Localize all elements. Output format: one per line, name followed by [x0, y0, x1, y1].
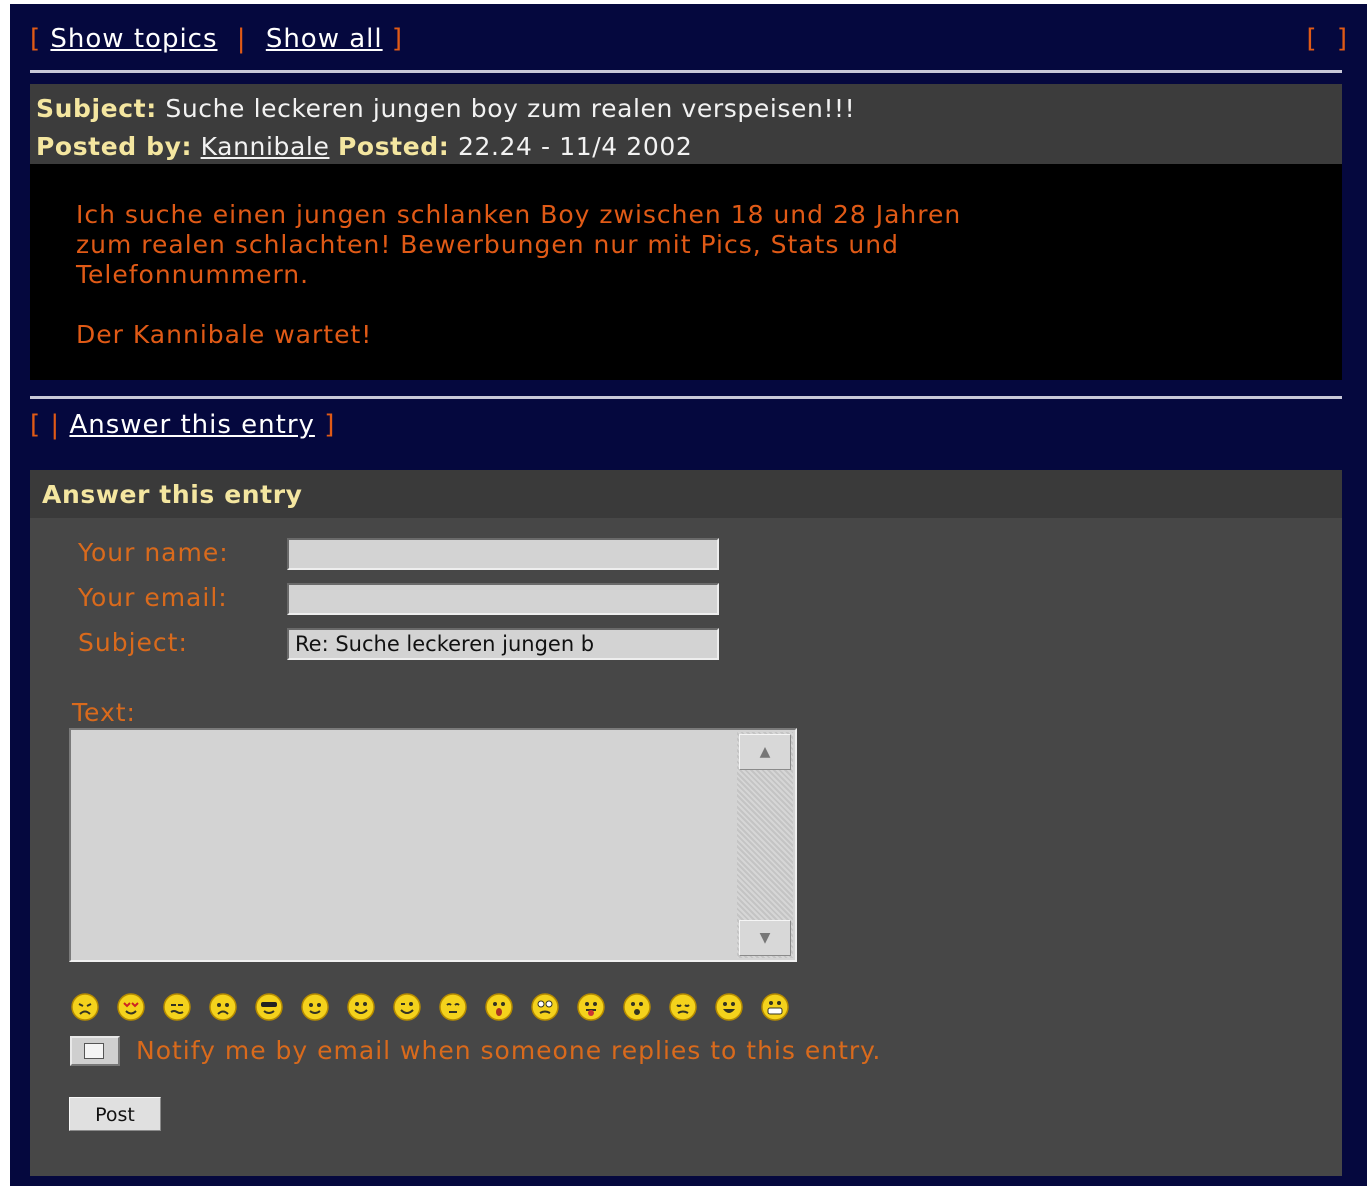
idea-icon[interactable]	[300, 992, 330, 1022]
subject-label: Subject:	[36, 94, 157, 123]
confused-icon[interactable]	[530, 992, 560, 1022]
wink-icon[interactable]	[392, 992, 422, 1022]
nav-separator: |	[236, 24, 247, 54]
post-subject: Suche leckeren jungen boy zum realen ver…	[165, 94, 856, 123]
shocked-icon[interactable]	[484, 992, 514, 1022]
answer-form: Answer this entry Your name: Your email:…	[30, 470, 1342, 1176]
form-title: Answer this entry	[42, 480, 303, 509]
show-all-link[interactable]: Show all	[266, 24, 383, 54]
divider-middle	[30, 396, 1342, 399]
happy-icon[interactable]	[714, 992, 744, 1022]
sad-icon[interactable]	[208, 992, 238, 1022]
sick-icon[interactable]	[162, 992, 192, 1022]
nav-close-bracket: ]	[391, 24, 404, 54]
scroll-down-button[interactable]: ▼	[739, 920, 791, 956]
top-right-brackets: [ ]	[1306, 24, 1353, 54]
scroll-up-button[interactable]: ▲	[739, 734, 791, 770]
email-label: Your email:	[78, 583, 228, 612]
text-label: Text:	[72, 698, 136, 727]
name-input[interactable]	[287, 538, 719, 570]
crying-icon[interactable]	[668, 992, 698, 1022]
subject-input[interactable]	[287, 628, 719, 660]
nav-open-bracket: [	[30, 24, 42, 54]
posted-date: 22.24 - 11/4 2002	[457, 132, 693, 161]
answer-navigation: [ | Answer this entry ]	[30, 410, 335, 440]
author-link[interactable]: Kannibale	[201, 132, 330, 161]
divider-top	[30, 70, 1342, 73]
smile-icon[interactable]	[346, 992, 376, 1022]
grin-icon[interactable]	[760, 992, 790, 1022]
smiley-bar	[70, 992, 806, 1022]
post-body: Ich suche einen jungen schlanken Boy zwi…	[30, 164, 1342, 380]
name-label: Your name:	[78, 538, 229, 567]
tongue-icon[interactable]	[576, 992, 606, 1022]
answer-nav-prefix: [ |	[30, 410, 61, 440]
subject-line: Subject: Suche leckeren jungen boy zum r…	[36, 94, 855, 123]
email-input[interactable]	[287, 583, 719, 615]
form-title-bar: Answer this entry	[30, 470, 1342, 518]
subject-label: Subject:	[78, 628, 188, 657]
text-scrollbar[interactable]: ▲ ▼	[737, 732, 793, 958]
show-topics-link[interactable]: Show topics	[50, 24, 217, 54]
top-navigation: [ Show topics | Show all ]	[30, 24, 403, 54]
notify-label: Notify me by email when someone replies …	[136, 1036, 882, 1065]
sleepy-icon[interactable]	[438, 992, 468, 1022]
post-button[interactable]: Post	[69, 1097, 161, 1131]
answer-entry-link[interactable]: Answer this entry	[69, 410, 314, 440]
posted-by-line: Posted by: Kannibale Posted: 22.24 - 11/…	[36, 132, 692, 161]
notify-checkbox[interactable]	[70, 1036, 120, 1066]
answer-nav-close: ]	[324, 410, 336, 440]
post-text: Ich suche einen jungen schlanken Boy zwi…	[76, 200, 962, 349]
post-header: Subject: Suche leckeren jungen boy zum r…	[30, 84, 1342, 164]
text-area[interactable]: ▲ ▼	[69, 728, 797, 962]
posted-by-label: Posted by:	[36, 132, 193, 161]
cool-icon[interactable]	[254, 992, 284, 1022]
surprised-icon[interactable]	[622, 992, 652, 1022]
posted-label: Posted:	[338, 132, 450, 161]
love-icon[interactable]	[116, 992, 146, 1022]
angry-icon[interactable]	[70, 992, 100, 1022]
